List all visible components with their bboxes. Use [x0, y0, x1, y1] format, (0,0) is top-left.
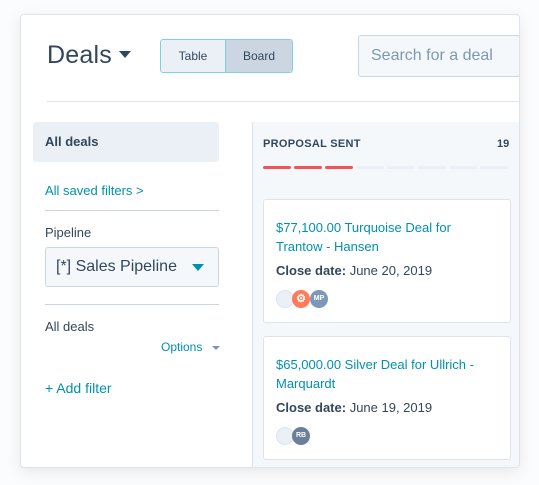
progress-segment — [449, 166, 477, 169]
table-view-button[interactable]: Table — [161, 40, 226, 72]
search-input[interactable]: Search for a deal — [358, 35, 519, 77]
add-filter-button[interactable]: + Add filter — [45, 380, 112, 396]
column-count: 19 — [497, 138, 510, 150]
close-date-value: June 20, 2019 — [346, 263, 433, 278]
deal-card-close-date: Close date: June 20, 2019 — [276, 263, 432, 278]
page-title[interactable]: Deals — [47, 41, 112, 70]
pipeline-label: Pipeline — [45, 225, 92, 240]
close-date-value: June 19, 2019 — [346, 400, 433, 415]
divider — [45, 210, 219, 211]
caret-down-icon — [192, 264, 204, 271]
progress-segment — [356, 166, 384, 169]
current-view-heading: All deals — [45, 319, 95, 334]
pipeline-select[interactable]: [*] Sales Pipeline — [45, 247, 219, 287]
divider — [47, 101, 519, 102]
deal-card-title[interactable]: $77,100.00 Turquoise Deal for Trantow - … — [276, 218, 498, 256]
progress-segment — [325, 166, 353, 169]
progress-segment — [294, 166, 322, 169]
deal-card-title[interactable]: $65,000.00 Silver Deal for Ullrich - Mar… — [276, 355, 498, 393]
deal-board: PROPOSAL SENT 19 $77,100.00 Turquoise De… — [252, 122, 519, 467]
deals-app-window: Deals Table Board Search for a deal All … — [20, 14, 520, 468]
sidebar-item-all-deals[interactable]: All deals — [33, 122, 219, 162]
avatar[interactable]: MP — [310, 290, 328, 308]
close-date-label: Close date: — [276, 263, 347, 278]
all-saved-filters-link[interactable]: All saved filters > — [45, 183, 144, 198]
pipeline-select-value: [*] Sales Pipeline — [56, 258, 177, 275]
deal-card[interactable]: $77,100.00 Turquoise Deal for Trantow - … — [263, 199, 511, 323]
avatar[interactable]: RB — [292, 427, 310, 445]
divider — [45, 304, 219, 305]
progress-segment — [387, 166, 415, 169]
sidebar-item-label: All deals — [45, 134, 99, 149]
progress-segment — [418, 166, 446, 169]
view-toggle: Table Board — [160, 39, 293, 73]
hubspot-icon: ⚙ — [292, 290, 310, 308]
search-placeholder: Search for a deal — [371, 47, 493, 64]
progress-segment — [480, 166, 508, 169]
board-column-header: PROPOSAL SENT 19 — [253, 122, 519, 177]
options-dropdown[interactable]: Options — [161, 340, 202, 354]
close-date-label: Close date: — [276, 400, 347, 415]
progress-segment — [263, 166, 291, 169]
board-view-button[interactable]: Board — [226, 40, 292, 72]
deal-card[interactable]: $65,000.00 Silver Deal for Ullrich - Mar… — [263, 336, 511, 460]
deal-card-close-date: Close date: June 19, 2019 — [276, 400, 432, 415]
header: Deals Table Board Search for a deal — [21, 15, 519, 101]
caret-down-icon[interactable] — [212, 346, 220, 350]
chevron-down-icon[interactable] — [119, 51, 131, 58]
column-name: PROPOSAL SENT — [263, 138, 361, 150]
